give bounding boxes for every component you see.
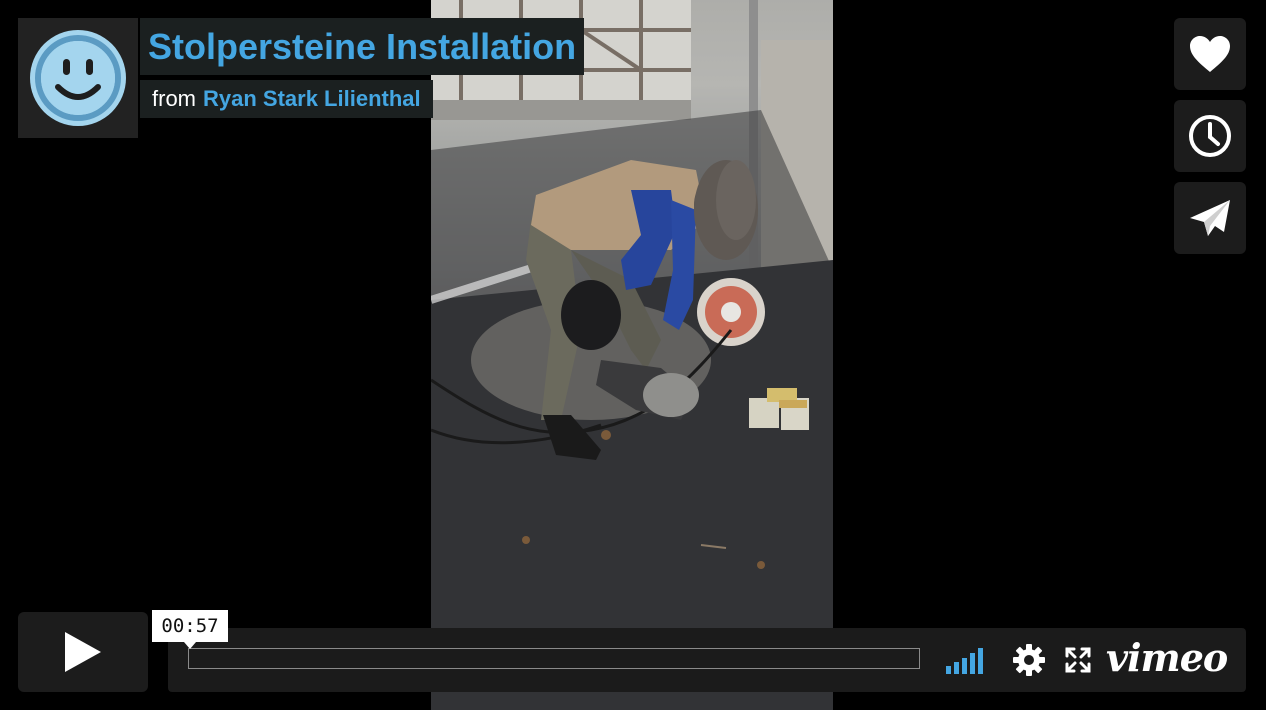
- share-button[interactable]: [1174, 182, 1246, 254]
- video-title[interactable]: Stolpersteine Installation: [148, 18, 576, 75]
- video-player[interactable]: Stolpersteine Installation from Ryan Sta…: [0, 0, 1266, 710]
- byline: from Ryan Stark Lilienthal: [140, 80, 433, 118]
- author-link[interactable]: Ryan Stark Lilienthal: [203, 86, 421, 112]
- video-still-image: [431, 0, 833, 710]
- paper-plane-icon: [1190, 200, 1230, 236]
- play-icon: [65, 632, 101, 672]
- watch-later-button[interactable]: [1174, 100, 1246, 172]
- smiley-face-icon: [30, 30, 126, 126]
- control-bar: vimeo: [168, 628, 1246, 692]
- fullscreen-icon[interactable]: [1064, 646, 1092, 674]
- progress-bar[interactable]: [188, 648, 920, 669]
- volume-bars-icon[interactable]: [946, 646, 992, 674]
- heart-icon: [1190, 36, 1230, 72]
- play-button[interactable]: [18, 612, 148, 692]
- current-time-tooltip: 00:57: [152, 610, 228, 649]
- like-button[interactable]: [1174, 18, 1246, 90]
- author-avatar[interactable]: [18, 18, 138, 138]
- clock-icon: [1189, 115, 1231, 157]
- gear-icon[interactable]: [1013, 644, 1045, 676]
- byline-prefix: from: [152, 86, 196, 111]
- vimeo-logo[interactable]: vimeo: [1106, 636, 1228, 680]
- video-frame[interactable]: [431, 0, 833, 710]
- video-title-box[interactable]: Stolpersteine Installation: [140, 18, 585, 75]
